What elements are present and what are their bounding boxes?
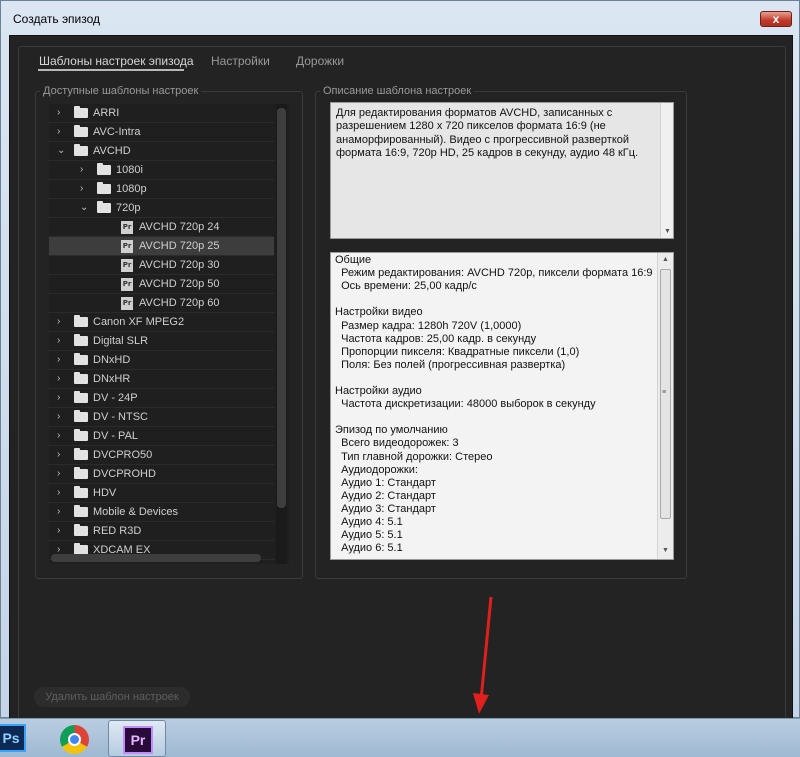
photoshop-icon: Ps [0,724,26,752]
annotation-arrow-icon [473,596,493,714]
chrome-icon [60,725,89,754]
taskbar: Ps Pr [0,718,800,757]
taskbar-chrome[interactable] [46,720,104,757]
annotation-arrow-head [473,693,489,714]
annotation-arrow-shaft [479,596,493,701]
premiere-icon: Pr [123,726,153,754]
taskbar-premiere[interactable]: Pr [108,720,166,757]
